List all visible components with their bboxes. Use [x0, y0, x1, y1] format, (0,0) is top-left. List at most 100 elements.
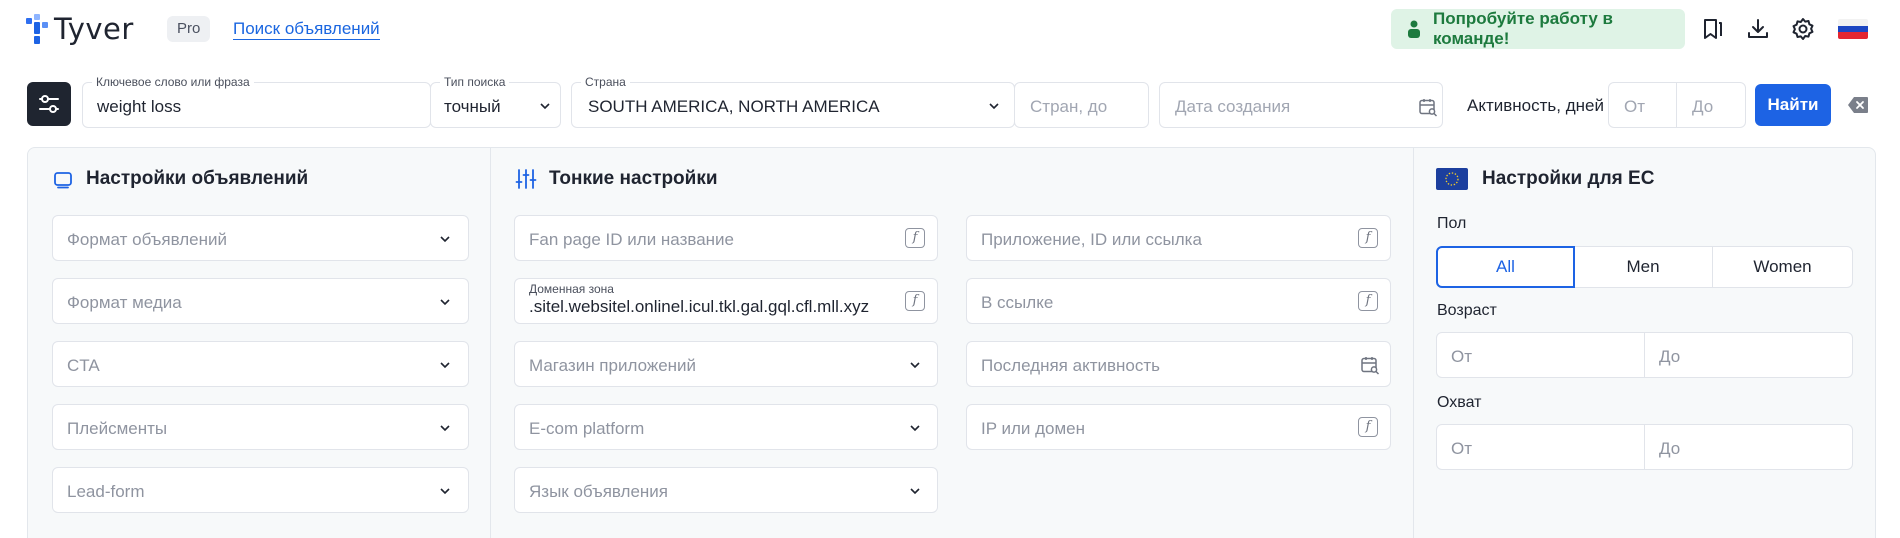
ad-card-icon [52, 168, 74, 190]
domain-zone-field[interactable]: Доменная зона .sitel.websitel.onlinel.ic… [514, 278, 938, 324]
countries-to-field[interactable]: Стран, до [1014, 82, 1149, 128]
keyword-field[interactable]: Ключевое слово или фраза weight loss [82, 75, 431, 128]
placements-select[interactable]: Плейсменты [52, 404, 469, 450]
team-trial-button[interactable]: Попробуйте работу в команде! [1391, 9, 1685, 49]
top-header: Tyver Pro Поиск объявлений Попробуйте ра… [0, 0, 1900, 58]
search-type-label: Тип поиска [440, 75, 510, 89]
team-trial-label: Попробуйте работу в команде! [1433, 9, 1614, 48]
lead-form-placeholder: Lead-form [67, 482, 145, 501]
keyword-value: weight loss [97, 97, 182, 116]
age-to-field[interactable]: До [1644, 332, 1853, 378]
created-date-field[interactable]: Дата создания [1159, 82, 1443, 128]
created-date-placeholder: Дата создания [1175, 97, 1291, 116]
gender-option-men[interactable]: Men [1574, 246, 1713, 288]
last-activity-field[interactable]: Последняя активность [966, 341, 1391, 387]
application-field[interactable]: Приложение, ID или ссылка f [966, 215, 1391, 261]
ecom-platform-placeholder: E-com platform [529, 419, 645, 438]
ad-settings-title: Настройки объявлений [52, 168, 308, 190]
fine-settings-title-text: Тонкие настройки [549, 168, 718, 189]
placements-placeholder: Плейсменты [67, 419, 168, 438]
chevron-down-icon [988, 100, 1000, 112]
language-flag-icon[interactable] [1838, 19, 1868, 39]
activity-to-field[interactable]: До [1676, 82, 1746, 128]
ecom-platform-select[interactable]: E-com platform [514, 404, 938, 450]
ip-domain-placeholder: IP или домен [981, 419, 1086, 438]
ip-domain-field[interactable]: IP или домен f [966, 404, 1391, 450]
in-link-field[interactable]: В ссылке f [966, 278, 1391, 324]
chevron-down-icon [909, 485, 921, 497]
activity-days-label: Активность, дней [1467, 96, 1604, 115]
app-store-select[interactable]: Магазин приложений [514, 341, 938, 387]
chevron-down-icon [909, 359, 921, 371]
media-format-placeholder: Формат медиа [67, 293, 182, 312]
fan-page-placeholder: Fan page ID или название [529, 230, 734, 249]
logo-text: Tyver [54, 12, 134, 46]
app-store-placeholder: Магазин приложений [529, 356, 697, 375]
function-icon[interactable]: f [1358, 228, 1378, 248]
activity-from-field[interactable]: От [1608, 82, 1677, 128]
search-type-select[interactable]: Тип поиска точный [430, 75, 561, 128]
fan-page-field[interactable]: Fan page ID или название f [514, 215, 938, 261]
age-label: Возраст [1437, 302, 1497, 319]
logo-mark-icon [26, 14, 48, 44]
ad-format-select[interactable]: Формат объявлений [52, 215, 469, 261]
plan-badge: Pro [167, 16, 211, 42]
gender-option-all[interactable]: All [1436, 246, 1575, 288]
reach-to-placeholder: До [1659, 439, 1681, 458]
column-divider [1413, 148, 1414, 538]
activity-to-placeholder: До [1692, 97, 1714, 116]
last-activity-placeholder: Последняя активность [981, 356, 1160, 375]
eu-settings-title: Настройки для ЕС [1436, 168, 1654, 190]
reach-to-field[interactable]: До [1644, 424, 1853, 470]
eu-flag-icon [1436, 168, 1468, 190]
chevron-down-icon [439, 422, 451, 434]
download-icon[interactable] [1745, 16, 1771, 42]
country-select[interactable]: Страна SOUTH AMERICA, NORTH AMERICA [571, 75, 1015, 128]
reach-label: Охват [1437, 394, 1482, 411]
logo[interactable]: Tyver [26, 12, 134, 46]
chevron-down-icon [439, 485, 451, 497]
calendar-search-icon[interactable] [1418, 97, 1438, 122]
bookmarks-icon[interactable] [1700, 16, 1726, 42]
activity-from-placeholder: От [1624, 97, 1646, 116]
age-from-field[interactable]: От [1436, 332, 1645, 378]
keyword-label: Ключевое слово или фраза [92, 75, 254, 89]
media-format-select[interactable]: Формат медиа [52, 278, 469, 324]
eu-settings-title-text: Настройки для ЕС [1482, 168, 1655, 189]
chevron-down-icon [909, 422, 921, 434]
gender-label: Пол [1437, 215, 1467, 232]
function-icon[interactable]: f [905, 228, 925, 248]
filter-toggle-button[interactable] [27, 82, 71, 126]
ad-language-placeholder: Язык объявления [529, 482, 669, 501]
settings-panel: Настройки объявлений Формат объявлений Ф… [27, 147, 1876, 538]
cta-select[interactable]: CTA [52, 341, 469, 387]
user-icon [1407, 20, 1421, 38]
reach-from-placeholder: От [1451, 439, 1473, 458]
country-label: Страна [581, 75, 630, 89]
clear-filters-icon[interactable] [1847, 96, 1869, 114]
application-placeholder: Приложение, ID или ссылка [981, 230, 1202, 249]
column-divider [490, 148, 491, 538]
calendar-search-icon[interactable] [1360, 355, 1380, 380]
domain-zone-value: .sitel.websitel.onlinel.icul.tkl.gal.gql… [529, 297, 870, 316]
function-icon[interactable]: f [1358, 417, 1378, 437]
ad-format-placeholder: Формат объявлений [67, 230, 227, 249]
lead-form-select[interactable]: Lead-form [52, 467, 469, 513]
ad-language-select[interactable]: Язык объявления [514, 467, 938, 513]
function-icon[interactable]: f [905, 291, 925, 311]
chevron-down-icon [539, 100, 551, 112]
chevron-down-icon [439, 296, 451, 308]
age-from-placeholder: От [1451, 347, 1473, 366]
function-icon[interactable]: f [1358, 291, 1378, 311]
sliders-vertical-icon [515, 168, 537, 190]
countries-to-placeholder: Стран, до [1030, 97, 1108, 116]
chevron-down-icon [439, 359, 451, 371]
ad-settings-title-text: Настройки объявлений [86, 168, 309, 189]
age-to-placeholder: До [1659, 347, 1681, 366]
search-ads-link[interactable]: Поиск объявлений [233, 18, 380, 40]
settings-gear-icon[interactable] [1790, 16, 1816, 42]
domain-zone-label: Доменная зона [529, 282, 614, 296]
reach-from-field[interactable]: От [1436, 424, 1645, 470]
find-button[interactable]: Найти [1755, 84, 1831, 126]
gender-option-women[interactable]: Women [1712, 246, 1853, 288]
